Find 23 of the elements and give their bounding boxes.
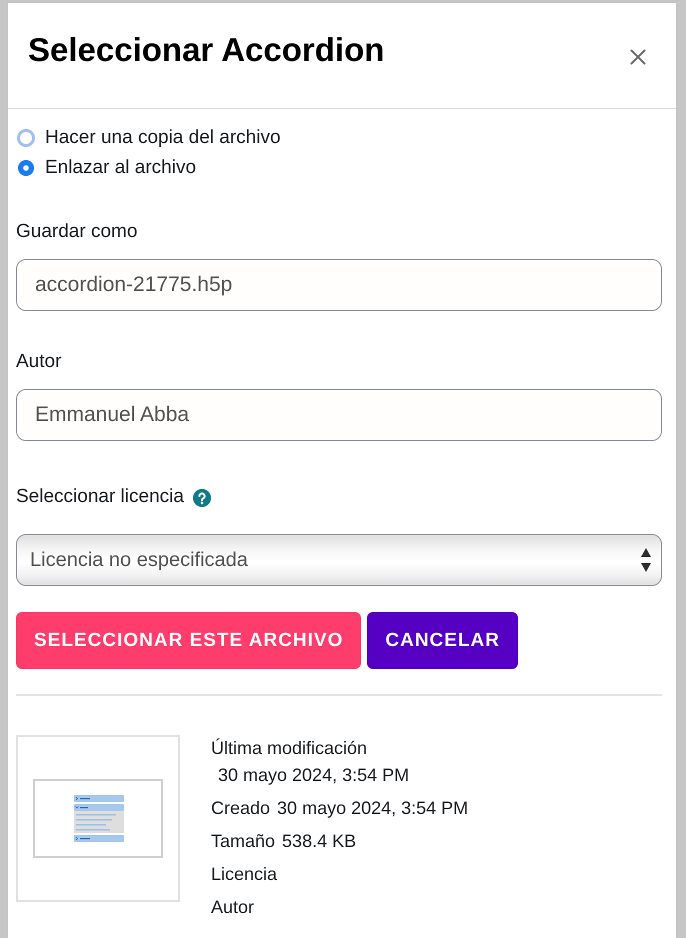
help-icon[interactable]	[192, 488, 211, 506]
close-icon[interactable]	[630, 48, 646, 64]
info-value: 538.4 KB	[282, 830, 356, 853]
text-input[interactable]: accordion-21775.h5p	[16, 259, 662, 311]
info-value: 30 mayo 2024, 3:54 PM	[277, 797, 468, 820]
field-label: Seleccionar licencia	[16, 485, 184, 509]
info-label: Tamaño	[211, 831, 276, 851]
radio-button[interactable]	[17, 159, 35, 177]
cancel-button[interactable]: CANCELAR	[367, 612, 518, 669]
info-label: Licencia	[211, 864, 278, 884]
info-label: Creado	[211, 798, 270, 818]
dialog-title: Seleccionar Accordion	[28, 30, 384, 70]
info-value: 30 mayo 2024, 3:54 PM	[218, 764, 410, 787]
field-label: Guardar como	[16, 220, 138, 244]
radio-button[interactable]	[17, 129, 35, 147]
info-label: Última modificación	[211, 738, 368, 758]
option-label[interactable]: Hacer una copia del archivo	[45, 126, 281, 150]
field-label: Autor	[16, 350, 62, 374]
sort-arrows-icon	[641, 548, 651, 572]
option-label[interactable]: Enlazar al archivo	[45, 156, 196, 180]
license-select[interactable]: Licencia no especificada	[16, 534, 662, 586]
info-label: Autor	[211, 897, 254, 917]
text-input[interactable]: Emmanuel Abba	[16, 389, 662, 441]
